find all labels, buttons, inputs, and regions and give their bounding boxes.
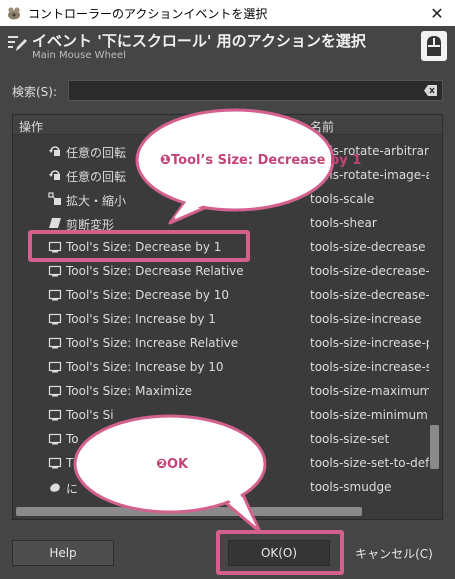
action-label: Tool's Size: Decrease by 10 <box>66 288 230 302</box>
vertical-scroll-thumb[interactable] <box>430 425 439 469</box>
window-title: コントローラーのアクションイベントを選択 <box>28 6 268 21</box>
shear-icon <box>48 216 62 230</box>
highlight-box-decrease-by-1 <box>28 230 250 262</box>
search-input[interactable] <box>68 80 443 101</box>
action-label: Tool's Size: Maximize <box>66 384 193 398</box>
action-label: Tool's Size: Increase Relative <box>66 336 239 350</box>
tool-icon <box>48 432 62 446</box>
callout-2-text: ❷OK <box>156 457 189 472</box>
close-icon[interactable]: ✕ <box>419 0 455 26</box>
rotate-icon <box>48 168 62 182</box>
action-label: 任意の回転 <box>66 170 127 184</box>
callout-1-text: ❶Tool’s Size: Decrease by 1 <box>160 153 362 168</box>
action-label: Tool's Size: Increase by 1 <box>66 312 216 326</box>
window-titlebar: コントローラーのアクションイベントを選択 ✕ <box>0 0 455 26</box>
dialog-header: イベント '下にスクロール' 用のアクションを選択 Main Mouse Whe… <box>0 26 455 68</box>
gimp-app-icon <box>6 5 22 21</box>
action-label: 拡大・縮小 <box>66 194 127 208</box>
tool-icon <box>48 360 62 374</box>
tool-icon <box>48 288 62 302</box>
list-item[interactable]: Tool's Size: Decrease by 10 tools-size-d… <box>13 283 430 307</box>
action-label: 任意の回転 <box>66 146 127 160</box>
tool-icon <box>48 408 62 422</box>
action-name: tools-size-increase-s <box>310 360 433 374</box>
action-name: tools-size-decrease <box>310 240 426 254</box>
scale-icon <box>48 192 62 206</box>
action-label: Tool's Size: Decrease Relative <box>66 264 244 278</box>
mouse-icon <box>419 29 449 63</box>
smudge-icon <box>48 480 62 494</box>
action-name: tools-size-increase <box>310 312 422 326</box>
action-name: tools-size-increase-p <box>310 336 434 350</box>
search-label: 検索(S): <box>12 85 58 99</box>
controller-name: Main Mouse Wheel <box>32 50 126 61</box>
action-name: tools-size-decrease- <box>310 288 430 302</box>
dialog-title: イベント '下にスクロール' 用のアクションを選択 <box>32 32 366 50</box>
callout-bubble-2 <box>73 414 267 534</box>
action-name: tools-size-decrease- <box>310 264 430 278</box>
tool-icon <box>48 264 62 278</box>
action-label: Tool's Size: Increase by 10 <box>66 360 224 374</box>
list-item[interactable]: Tool's Size: Increase by 10 tools-size-i… <box>13 355 432 379</box>
help-button[interactable]: Help <box>12 540 114 566</box>
list-item[interactable]: Tool's Size: Increase by 1 tools-size-in… <box>13 307 427 331</box>
vertical-scrollbar[interactable] <box>429 137 440 503</box>
column-action[interactable]: 操作 <box>19 118 43 135</box>
edit-icon <box>6 32 28 54</box>
list-item[interactable]: Tool's Size: Maximize tools-size-maximum <box>13 379 431 403</box>
rotate-icon <box>48 144 62 158</box>
list-item[interactable]: Tool's Size: Decrease Relative tools-siz… <box>13 259 430 283</box>
list-item[interactable]: Tool's Size: Increase Relative tools-siz… <box>13 331 433 355</box>
cancel-button[interactable]: キャンセル(C) <box>344 540 444 566</box>
tool-icon <box>48 456 62 470</box>
action-name: tools-size-maximum <box>310 384 432 398</box>
tool-icon <box>48 384 62 398</box>
clear-search-icon[interactable] <box>424 84 438 97</box>
tool-icon <box>48 336 62 350</box>
tool-icon <box>48 312 62 326</box>
